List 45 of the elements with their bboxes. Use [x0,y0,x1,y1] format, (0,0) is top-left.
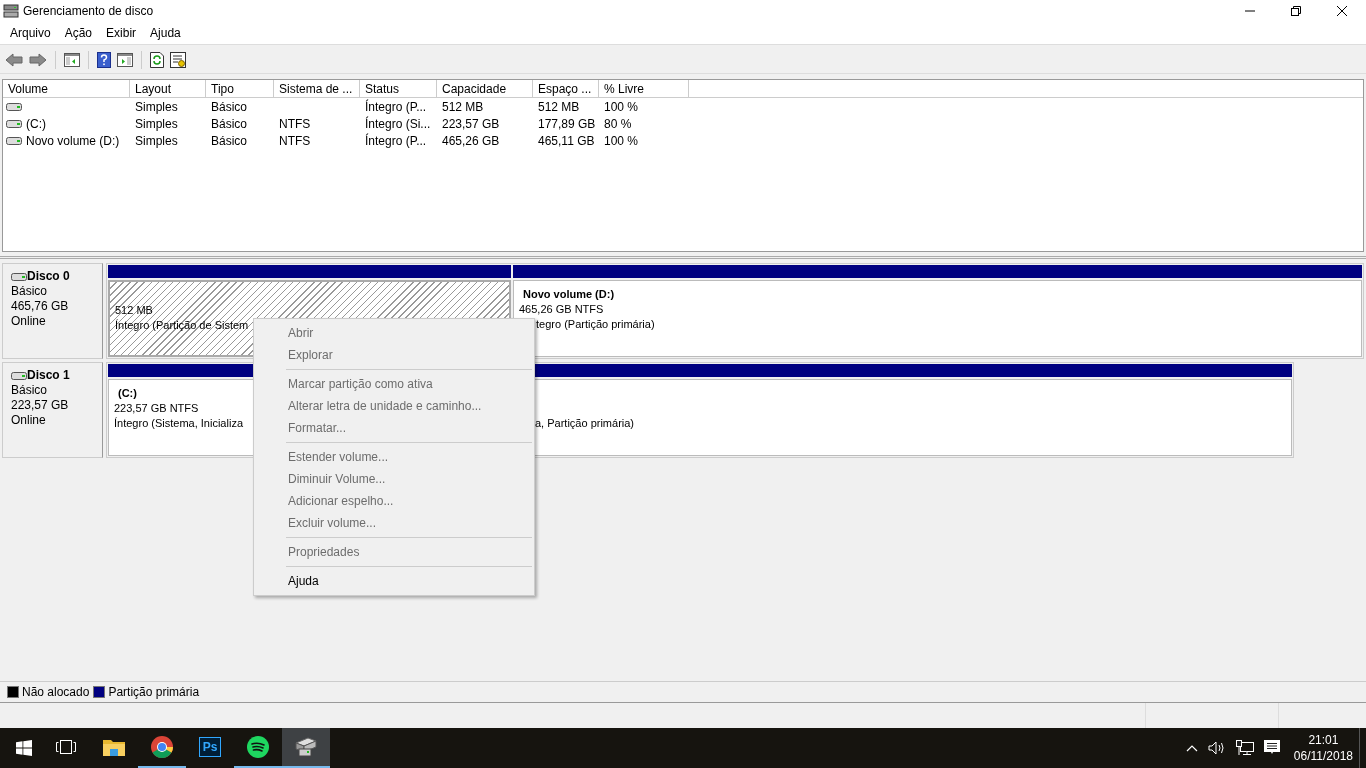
table-cell: NTFS [279,133,311,148]
table-cell: Básico [211,99,248,114]
disk-type: Básico [11,284,49,299]
table-cell: 223,57 GB [442,116,500,131]
disk-name: Disco 0 [27,269,70,284]
table-cell: 512 MB [442,99,484,114]
table-cell: Básico [211,116,248,131]
table-cell: Novo volume (D:) [26,133,120,148]
window-title: Gerenciamento de disco [23,4,154,18]
table-cell: Íntegro (P... [365,133,427,148]
table-cell: Básico [211,133,248,148]
table-cell: Simples [135,99,178,114]
table-cell: 100 % [604,99,639,114]
table-cell: 512 MB [538,99,580,114]
legend-label: Partição primária [108,685,200,699]
disk-type: Básico [11,383,49,398]
table-cell: Íntegro (Si... [365,116,431,131]
table-cell: 80 % [604,116,632,131]
partition-status: tegro (Partição primária) [536,317,655,332]
partition-status: Íntegro (Partição de Sistem [115,319,249,331]
clock-date: 06/11/2018 [1293,748,1353,764]
table-cell: (C:) [26,116,46,131]
disk-size: 465,76 GB [11,299,70,314]
table-cell: 177,89 GB [538,116,596,131]
partition-label: (C:) [117,386,137,401]
partition-size: 512 MB [115,303,153,318]
partition-label: Novo volume (D:) [522,287,615,302]
table-cell: 465,26 GB [442,133,500,148]
table-cell: Íntegro (P... [365,99,427,114]
table-cell: 465,11 GB [538,133,595,148]
table-cell: 100 % [604,133,639,148]
legend-label: Não alocado [22,685,90,699]
photoshop-icon: Ps [198,737,222,757]
table-cell: Simples [135,133,178,148]
table-cell: NTFS [279,116,311,131]
partition-status: Íntegro (Sistema, Inicializa [114,417,243,429]
partition-size: 223,57 GB NTFS [114,401,199,416]
partition-status: a, Partição primária) [535,416,635,431]
partition-size: 465,26 GB NTFS [519,302,604,317]
disk-status: Online [11,413,47,428]
disk-status: Online [11,314,47,329]
clock-time: 21:01 [1308,732,1339,748]
disk-size: 223,57 GB [11,398,70,413]
disk-name: Disco 1 [27,368,70,383]
table-cell: Simples [135,116,178,131]
